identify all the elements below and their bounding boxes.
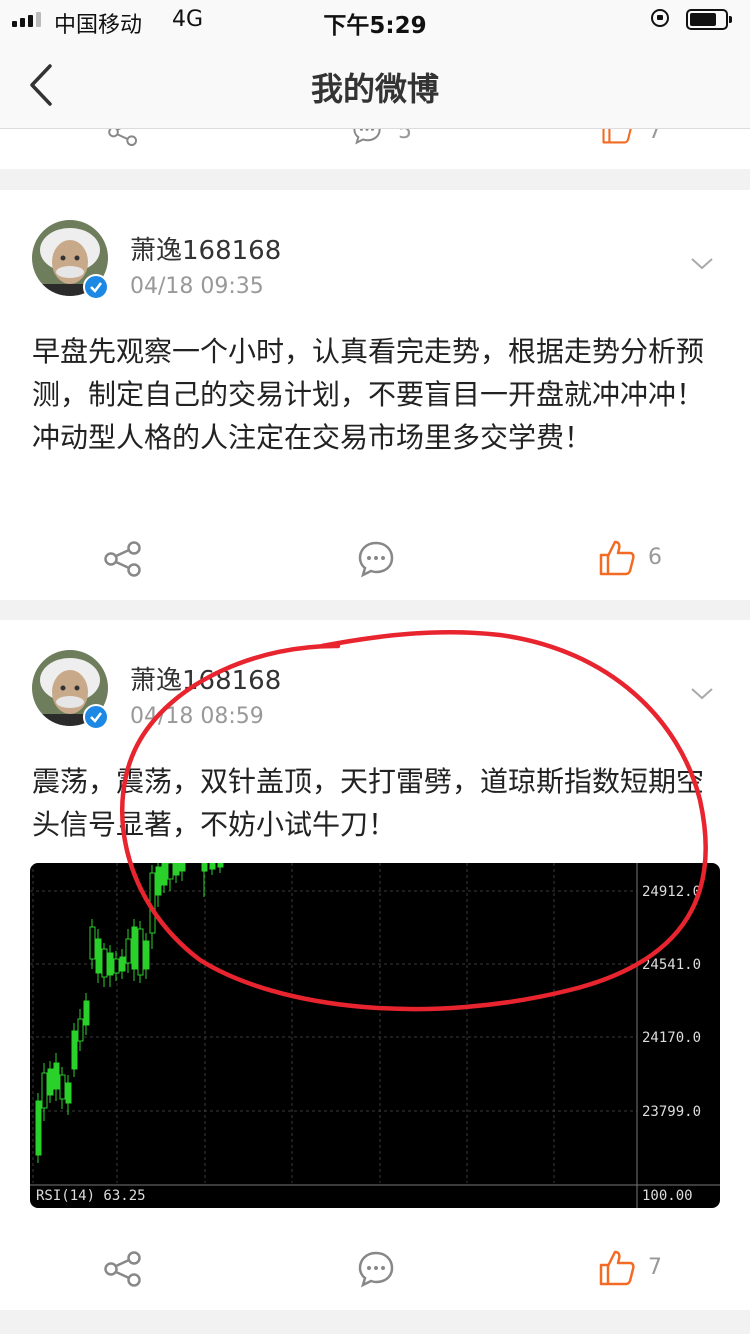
page-title: 我的微博 [310,70,439,108]
candle-body [173,863,180,876]
candle-body [89,926,96,960]
dropdown-chevron-icon[interactable] [690,686,714,702]
price-axis-label: 24912.0 [642,884,702,900]
dropdown-chevron-icon[interactable] [690,256,714,272]
candle-body [107,952,114,976]
like-icon[interactable] [598,129,636,145]
like-icon[interactable] [598,1249,636,1287]
candle-body [179,863,186,872]
candle-body [137,928,144,976]
candle-body [143,940,150,970]
candle-body [209,863,216,870]
like-icon[interactable] [598,539,636,577]
comment-count: 5 [398,129,412,144]
candle-body [71,1030,78,1070]
verified-badge-icon [83,704,109,730]
like-count: 6 [648,545,662,570]
post-text: 震荡，震荡，双针盖顶，天打雷劈，道琼斯指数短期空头信号显著，不妨小试牛刀！ [32,765,705,841]
candle-body [83,1000,90,1026]
share-icon[interactable] [104,540,142,578]
post-time: 04/18 08:59 [130,704,264,729]
post-text: 早盘先观察一个小时，认真看完走势，根据走势分析预测，制定自己的交易计划，不要盲目… [32,335,705,454]
candle-body [113,958,120,974]
candle-body [125,938,132,964]
candle-body [101,948,108,978]
candle-body [53,1062,60,1090]
candle-body [217,863,224,868]
share-icon[interactable] [104,129,142,147]
price-axis-label: 23799.0 [642,1104,702,1120]
rsi-indicator-label: RSI(14) 63.25 [36,1188,146,1204]
post-card: 萧逸168168 04/18 09:35 早盘先观察一个小时，认真看完走势，根据… [0,190,750,600]
candlestick-chart [30,863,720,1208]
like-count: 7 [648,129,662,144]
comment-icon[interactable] [348,129,386,145]
username[interactable]: 萧逸168168 [130,660,281,697]
price-axis-label: 24541.0 [642,957,702,973]
price-axis-label: 24170.0 [642,1030,702,1046]
attached-chart-image[interactable]: 24912.0 24541.0 24170.0 23799.0 100.00 R… [30,863,720,1208]
candle-body [131,926,138,970]
candle-body [95,938,102,974]
candle-body [161,863,168,886]
status-bar: 中国移动 4G 下午5:29 [0,0,750,40]
candle-body [155,866,162,896]
candle-body [167,863,174,880]
navigation-bar: 我的微博 [0,40,750,129]
candle-body [47,1068,54,1096]
comment-icon[interactable] [357,1250,395,1288]
candle-body [201,863,208,872]
candle-body [41,1072,48,1109]
candle-body [59,1074,66,1100]
post-card: 萧逸168168 04/18 08:59 震荡，震荡，双针盖顶，天打雷劈，道琼斯… [0,620,750,1310]
candle-body [149,872,156,934]
post-time: 04/18 09:35 [130,274,264,299]
battery-icon [686,9,732,30]
verified-badge-icon [83,274,109,300]
status-time: 下午5:29 [323,13,427,39]
comment-icon[interactable] [357,540,395,578]
candle-body [119,956,126,972]
candle-body [35,1100,42,1156]
rotation-lock-icon [651,9,669,27]
post-card-partial: 5 7 [0,129,750,169]
rsi-scale-label: 100.00 [642,1188,693,1204]
username[interactable]: 萧逸168168 [130,230,281,267]
candle-body [77,1018,84,1042]
like-count: 7 [648,1255,662,1280]
share-icon[interactable] [104,1250,142,1288]
candle-body [65,1082,72,1104]
